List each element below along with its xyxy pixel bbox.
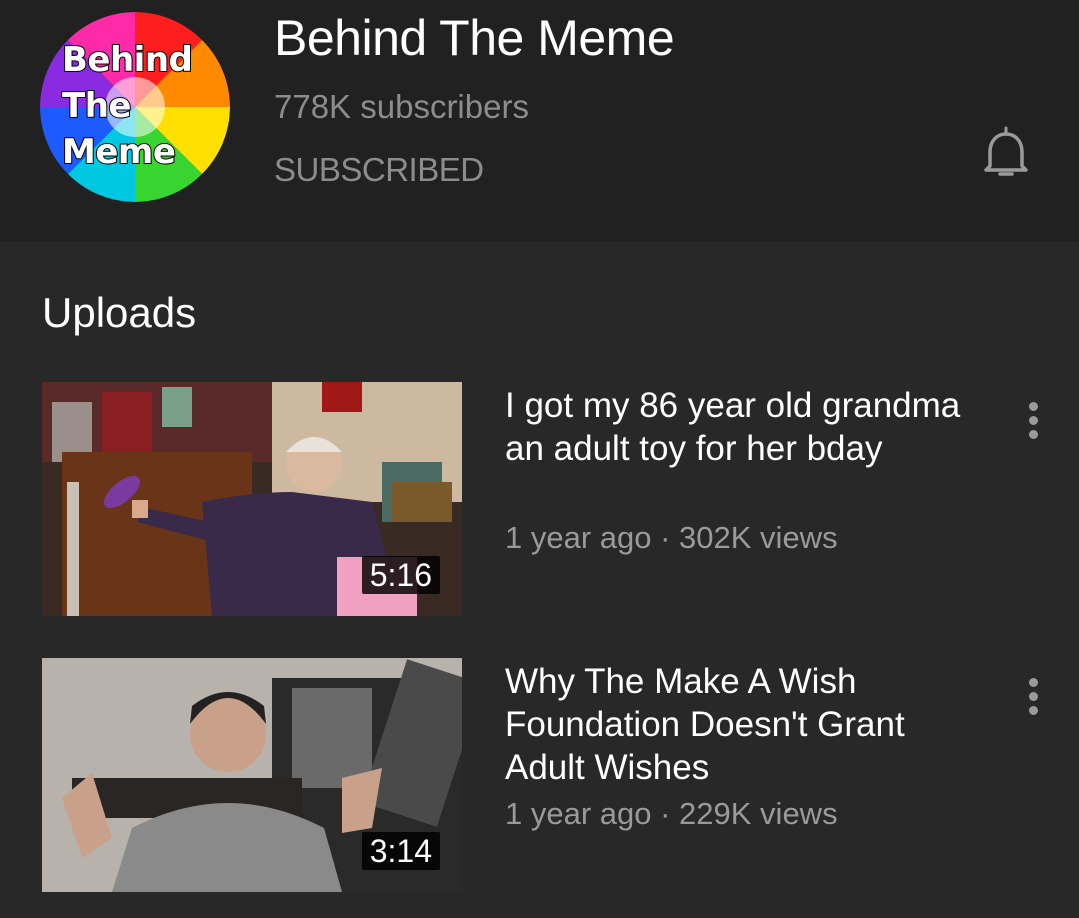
- uploads-section-title: Uploads: [42, 289, 197, 336]
- more-vert-icon: [1029, 678, 1038, 687]
- channel-page: Behind The Meme Behind The Meme 778K sub…: [0, 0, 1079, 918]
- video-meta: 1 year ago · 229K views: [505, 796, 838, 831]
- more-vert-icon: [1029, 692, 1038, 701]
- more-vert-icon: [1029, 416, 1038, 425]
- video-list-item[interactable]: 3:14 Why The Make A Wish Foundation Does…: [0, 658, 1079, 894]
- video-thumbnail[interactable]: 3:14: [42, 658, 462, 892]
- duration-badge: 3:14: [361, 832, 440, 870]
- video-thumbnail[interactable]: 5:16: [42, 382, 462, 616]
- bell-icon: [984, 126, 1028, 176]
- duration-badge: 5:16: [361, 556, 440, 594]
- channel-title: Behind The Meme: [274, 10, 675, 66]
- channel-header: Behind The Meme Behind The Meme 778K sub…: [0, 0, 1079, 242]
- subscriber-count: 778K subscribers: [274, 88, 529, 125]
- avatar-line: Behind: [61, 40, 194, 80]
- video-title[interactable]: Why The Make A Wish Foundation Doesn't G…: [505, 660, 975, 789]
- video-meta: 1 year ago · 302K views: [505, 520, 838, 555]
- avatar-line: The: [61, 86, 132, 126]
- avatar-wordmark: Behind The Meme: [40, 12, 230, 202]
- notification-bell-button[interactable]: [978, 124, 1034, 182]
- subscribed-button[interactable]: SUBSCRIBED: [274, 150, 484, 190]
- video-title[interactable]: I got my 86 year old grandma an adult to…: [505, 384, 975, 470]
- more-options-button[interactable]: [1016, 396, 1052, 444]
- more-vert-icon: [1029, 430, 1038, 439]
- video-list-item[interactable]: 5:16 I got my 86 year old grandma an adu…: [0, 382, 1079, 618]
- more-vert-icon: [1029, 706, 1038, 715]
- channel-avatar[interactable]: Behind The Meme: [40, 12, 230, 202]
- more-vert-icon: [1029, 402, 1038, 411]
- avatar-line: Meme: [61, 132, 177, 172]
- more-options-button[interactable]: [1016, 672, 1052, 720]
